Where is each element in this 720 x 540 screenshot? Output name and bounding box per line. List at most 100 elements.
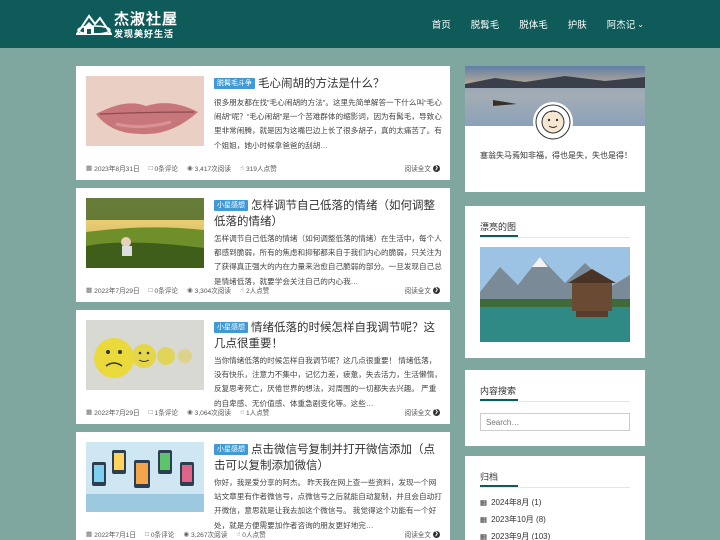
post-likes[interactable]: ☝ 1人点赞 (240, 407, 269, 417)
post-views: ◉ 3,417次阅读 (187, 163, 231, 173)
post-comments[interactable]: □ 0条评论 (148, 285, 178, 296)
comments-text: 0条评论 (150, 532, 175, 539)
post-comments[interactable]: □ 0条评论 (145, 529, 175, 540)
eye-icon: ◉ (187, 165, 193, 172)
post-date: ▦ 2022年7月1日 (86, 529, 136, 539)
calendar-icon: ▦ (86, 409, 93, 416)
read-more-text: 阅读全文 (404, 410, 431, 417)
calendar-icon: ▦ (480, 532, 488, 540)
arrow-right-icon: ❯ (433, 286, 440, 294)
likes-text: 2人点赞 (245, 288, 270, 295)
post-date: ▦ 2023年8月31日 (86, 163, 140, 173)
views-text: 3,304次阅读 (194, 288, 231, 295)
thumbs-up-icon: ☝ (239, 409, 244, 416)
arrow-right-icon: ❯ (433, 530, 440, 538)
post-meta: ▦ 2022年7月29日 □ 1条评论 ◉ 3,064次阅读 ☝ 1人点赞 阅读全文 ❯ (86, 406, 440, 418)
post-thumbnail[interactable] (86, 320, 204, 390)
post-title[interactable]: 小星感想 情绪低落的时候怎样自我调节呢？这几点很重要！ (214, 320, 442, 352)
nav-label: 首页 (431, 20, 451, 31)
avatar[interactable] (533, 102, 573, 142)
read-more-link[interactable]: 阅读全文 ❯ (405, 529, 440, 539)
read-more-text: 阅读全文 (404, 288, 431, 295)
divider (480, 401, 630, 402)
nav-item-beard[interactable]: 脱髯毛 (471, 17, 500, 31)
archive-label[interactable]: 2024年8月 (491, 497, 529, 508)
archive-item[interactable]: ▦ 2024年8月 (1) (480, 497, 541, 508)
comment-icon: □ (148, 408, 153, 416)
category-badge[interactable]: 小星感想 (214, 444, 248, 455)
post-excerpt: 你好，我是爱分享的阿杰。 昨天我在网上查一些资料，发现一个网站文章里有作者微信号… (214, 478, 442, 530)
lake-mountain-image[interactable] (480, 247, 630, 342)
nav-item-ajie-notes[interactable]: 阿杰记 ⌄ (606, 17, 644, 32)
calendar-icon: ▦ (480, 498, 488, 507)
lips-image (86, 76, 204, 146)
archive-label[interactable]: 2023年10月 (491, 514, 534, 525)
nav-label: 脱体毛 (519, 20, 548, 31)
profile-motto: 塞翁失马焉知非福，得也是失，失也是得！ (480, 151, 632, 160)
nav-item-home[interactable]: 首页 (432, 17, 451, 31)
widget-title: 归档 (480, 472, 519, 487)
search-input[interactable] (480, 413, 630, 431)
calendar-icon: ▦ (480, 515, 488, 524)
archive-count: (1) (531, 498, 542, 507)
post-comments[interactable]: □ 1条评论 (148, 407, 178, 418)
chevron-down-icon: ⌄ (637, 19, 644, 29)
post-date: ▦ 2022年7月29日 (86, 285, 140, 295)
charlie-brown-avatar-icon (535, 104, 571, 140)
post-likes[interactable]: ☝ 319人点赞 (240, 163, 277, 173)
post-card: 小星感想 情绪低落的时候怎样自我调节呢？这几点很重要！ 当你情绪低落的时候怎样自我… (76, 310, 450, 424)
category-badge[interactable]: 脱髯毛斗争 (214, 78, 255, 89)
views-text: 3,417次阅读 (194, 166, 231, 173)
archive-label[interactable]: 2023年9月 (491, 531, 529, 540)
divider (480, 487, 630, 488)
site-title: 杰淑社屋 (114, 10, 179, 28)
category-badge[interactable]: 小星感想 (214, 322, 248, 333)
eye-icon: ◉ (187, 287, 193, 294)
nav-label: 阿杰记 (606, 20, 636, 31)
post-title[interactable]: 小星感想 点击微信号复制并打开微信添加（点击可以复制添加微信） (214, 442, 442, 474)
main-nav: 首页 脱髯毛 脱体毛 护肤 阿杰记 ⌄ (412, 0, 644, 48)
eye-icon: ◉ (187, 409, 193, 416)
read-more-link[interactable]: 阅读全文 ❯ (405, 285, 440, 295)
archive-item[interactable]: ▦ 2023年9月 (103) (480, 531, 550, 540)
comment-icon: □ (148, 286, 153, 294)
nav-item-skincare[interactable]: 护肤 (568, 17, 587, 31)
post-comments[interactable]: □ 0条评论 (148, 163, 178, 174)
post-title-text[interactable]: 毛心闹胡的方法是什么？ (258, 78, 385, 90)
widget-title: 内容搜索 (480, 386, 519, 401)
post-title[interactable]: 脱髯毛斗争 毛心闹胡的方法是什么？ (214, 76, 442, 92)
post-thumbnail[interactable] (86, 442, 204, 512)
category-badge[interactable]: 小星感想 (214, 200, 248, 211)
nav-item-body-hair[interactable]: 脱体毛 (519, 17, 548, 31)
post-card: 小星感想 怎样调节自己低落的情绪（如何调整低落的情绪） 怎样调节自己低落的情绪（如… (76, 188, 450, 302)
post-views: ◉ 3,304次阅读 (187, 285, 231, 295)
post-thumbnail[interactable] (86, 76, 204, 146)
search-widget: 内容搜索 (465, 370, 645, 446)
meadow-image (86, 198, 204, 268)
arrow-right-icon: ❯ (433, 164, 440, 172)
eye-icon: ◉ (183, 531, 190, 538)
comment-icon: □ (148, 164, 153, 172)
read-more-link[interactable]: 阅读全文 ❯ (405, 407, 440, 417)
arrow-right-icon: ❯ (433, 408, 440, 416)
thumbs-up-icon: ☝ (236, 531, 241, 538)
site-logo[interactable]: 杰淑社屋 发现美好生活 (76, 7, 186, 41)
widget-title: 漂亮的图 (480, 222, 519, 237)
post-title[interactable]: 小星感想 怎样调节自己低落的情绪（如何调整低落的情绪） (214, 198, 442, 230)
post-meta: ▦ 2023年8月31日 □ 0条评论 ◉ 3,417次阅读 ☝ 319人点赞 阅读全文… (86, 162, 440, 174)
post-thumbnail[interactable] (86, 198, 204, 268)
post-meta: ▦ 2022年7月29日 □ 0条评论 ◉ 3,304次阅读 ☝ 2人点赞 阅读全文 ❯ (86, 284, 440, 296)
archive-widget: 归档 ▦ 2024年8月 (1) ▦ 2023年10月 (8) ▦ 2023年9月 (… (465, 456, 645, 540)
post-likes[interactable]: ☝ 0人点赞 (236, 529, 265, 539)
archive-count: (103) (531, 532, 551, 540)
read-more-text: 阅读全文 (404, 532, 431, 539)
post-excerpt: 怎样调节自己低落的情绪（如何调整低落的情绪）在生活中，每个人都感到脆弱，所有的焦… (214, 234, 442, 286)
phones-image (86, 442, 204, 512)
calendar-icon: ▦ (86, 531, 93, 538)
read-more-link[interactable]: 阅读全文 ❯ (405, 163, 440, 173)
post-excerpt: 很多朋友都在找“毛心闹胡的方法”。这里先简单解答一下什么叫“毛心闹胡”呢？“毛心… (214, 98, 442, 150)
post-views: ◉ 3,267次阅读 (183, 529, 227, 539)
date-text: 2022年7月1日 (94, 532, 136, 539)
archive-item[interactable]: ▦ 2023年10月 (8) (480, 514, 546, 525)
post-likes[interactable]: ☝ 2人点赞 (240, 285, 269, 295)
